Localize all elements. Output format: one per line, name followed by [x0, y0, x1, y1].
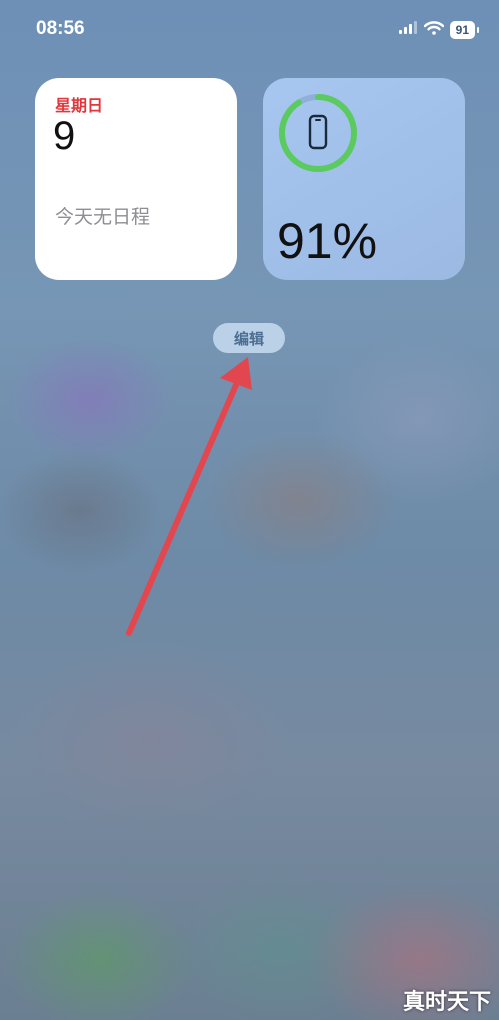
calendar-day: 9: [53, 114, 76, 158]
battery-percent: 91%: [277, 213, 378, 269]
status-icons: 91: [398, 20, 480, 39]
battery-ring-fill: [279, 94, 357, 172]
watermark: 真时天下: [402, 990, 491, 1015]
calendar-weekday: 星期日: [55, 96, 104, 115]
battery-icon: 91: [449, 20, 480, 39]
status-bar: 08:56 91: [0, 18, 499, 42]
battery-ring: [279, 94, 357, 172]
wifi-icon: [423, 20, 444, 39]
calendar-widget[interactable]: 星期日 9 今天无日程: [35, 78, 237, 280]
calendar-no-events-text: 今天无日程: [55, 206, 151, 228]
iphone-icon: [308, 114, 328, 150]
battery-widget[interactable]: 91%: [263, 78, 465, 280]
cellular-signal-icon: [398, 20, 418, 39]
edit-button[interactable]: 编辑: [213, 323, 285, 353]
status-time: 08:56: [36, 18, 85, 39]
